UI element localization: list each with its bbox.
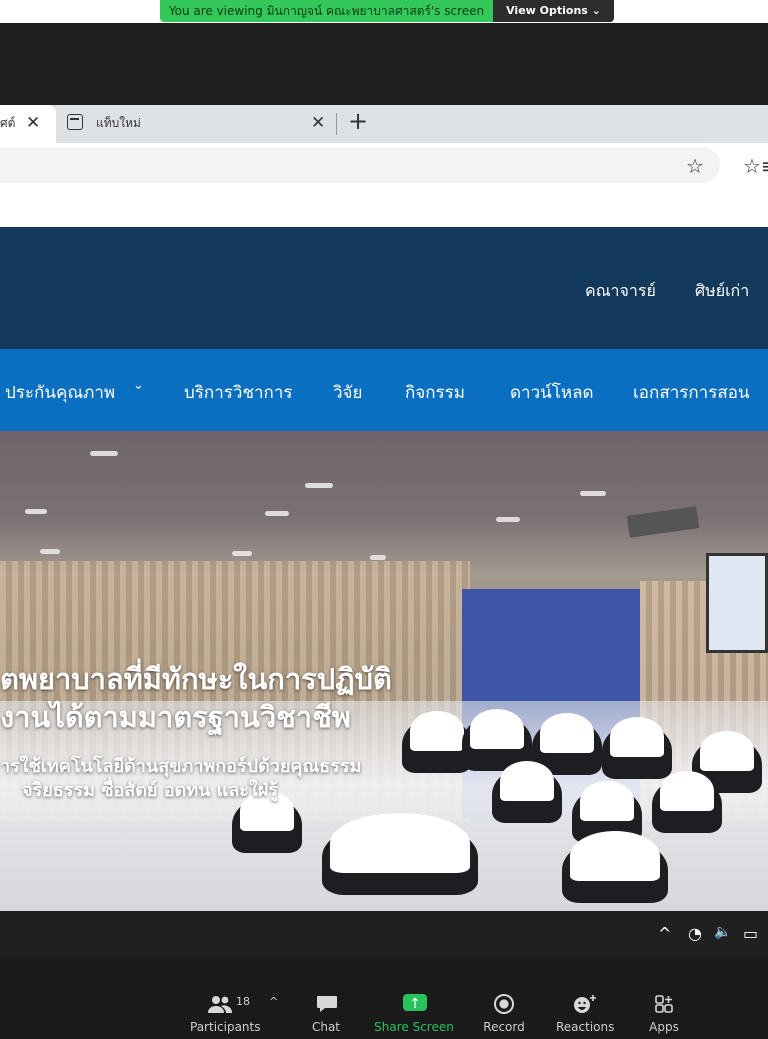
screen-share-banner: You are viewing มินกาญจน์ คณะพยาบาลศาสตร… bbox=[160, 0, 493, 22]
battery-icon[interactable]: ▭ bbox=[743, 924, 758, 943]
chevron-down-icon[interactable]: ⌄ bbox=[133, 378, 144, 393]
tab-new-tab-title[interactable]: แท็บใหม่ bbox=[96, 114, 141, 133]
nurse-cap bbox=[410, 711, 464, 751]
menu-quality-assurance[interactable]: ประกันคุณภาพ bbox=[5, 379, 115, 406]
share-screen-icon[interactable]: ↑ bbox=[403, 994, 427, 1012]
nurse-cap bbox=[580, 781, 634, 821]
wifi-icon[interactable]: ◔ bbox=[688, 924, 702, 943]
ceiling-light bbox=[232, 551, 252, 556]
nav-alumni-link[interactable]: ศิษย์เก่า bbox=[695, 279, 749, 304]
apps-label[interactable]: Apps bbox=[644, 1020, 684, 1034]
nurse-cap bbox=[470, 709, 524, 749]
chat-icon-svg bbox=[317, 996, 337, 1012]
tab-active-title: ศต์ bbox=[0, 116, 16, 130]
url-input[interactable] bbox=[0, 147, 720, 183]
bookmark-bar bbox=[0, 189, 768, 228]
participants-label[interactable]: Participants bbox=[190, 1020, 261, 1034]
participants-count-badge: 18 bbox=[236, 995, 250, 1008]
ceiling-light bbox=[90, 451, 118, 456]
tab-separator bbox=[336, 113, 337, 135]
tab-close-icon[interactable]: ✕ bbox=[26, 113, 40, 133]
favorites-icon[interactable]: ☆≡ bbox=[743, 154, 768, 178]
reactions-icon-svg bbox=[574, 995, 596, 1013]
apps-icon-svg bbox=[655, 995, 673, 1013]
windows-taskbar bbox=[0, 911, 768, 957]
menu-activities[interactable]: กิจกรรม bbox=[405, 379, 465, 406]
view-options-button[interactable]: View Options ⌄ bbox=[493, 0, 614, 22]
volume-icon[interactable]: 🔈 bbox=[714, 924, 731, 940]
chat-icon[interactable] bbox=[314, 994, 340, 1014]
participants-icon-svg bbox=[208, 996, 232, 1013]
add-favorite-icon[interactable]: ☆ bbox=[686, 154, 704, 178]
record-label[interactable]: Record bbox=[480, 1020, 528, 1034]
nurse-cap bbox=[570, 831, 660, 881]
chevron-up-icon[interactable]: ^ bbox=[269, 995, 278, 1008]
hero-subtitle-line: จริยธรรม ซื่อสัตย์ อดทน และใฝ่รู้ bbox=[22, 780, 278, 801]
ceiling-light bbox=[370, 555, 386, 560]
air-conditioner bbox=[626, 506, 700, 538]
nurse-cap bbox=[700, 731, 754, 771]
ceiling-light bbox=[496, 517, 520, 522]
wall-screen bbox=[706, 553, 768, 653]
nurse-cap bbox=[500, 761, 554, 801]
apps-icon[interactable] bbox=[651, 994, 677, 1014]
ceiling-light bbox=[25, 509, 47, 514]
share-screen-label[interactable]: Share Screen bbox=[374, 1020, 454, 1034]
menu-teaching-documents[interactable]: เอกสารการสอน bbox=[633, 379, 750, 406]
chevron-up-icon[interactable]: ^ bbox=[658, 924, 671, 943]
share-letterbox bbox=[0, 23, 768, 105]
ceiling-light bbox=[580, 491, 606, 496]
ceiling-light bbox=[305, 483, 333, 488]
new-tab-page-icon bbox=[67, 114, 83, 130]
hero-banner: ิตพยาบาลที่มีทักษะในการปฏิบัติ งานได้ตาม… bbox=[0, 431, 768, 911]
nav-faculty-link[interactable]: คณาจารย์ bbox=[585, 279, 656, 304]
ceiling-light bbox=[265, 511, 289, 516]
menu-academic-service[interactable]: บริการวิชาการ bbox=[184, 379, 293, 406]
nurse-cap bbox=[540, 713, 594, 753]
hero-title-line: งานได้ตามมาตรฐานวิชาชีพ bbox=[0, 700, 351, 734]
new-tab-button[interactable]: + bbox=[348, 109, 368, 133]
chat-label[interactable]: Chat bbox=[306, 1020, 346, 1034]
nurse-cap bbox=[610, 717, 664, 757]
menu-download[interactable]: ดาวน์โหลด bbox=[510, 379, 594, 406]
nurse-cap bbox=[330, 813, 470, 873]
record-icon[interactable] bbox=[494, 994, 514, 1014]
menu-research[interactable]: วิจัย bbox=[333, 379, 362, 406]
nurse-cap bbox=[660, 771, 714, 811]
reactions-icon[interactable] bbox=[572, 994, 598, 1014]
ceiling-light bbox=[40, 549, 60, 554]
reactions-label[interactable]: Reactions bbox=[556, 1020, 614, 1034]
tab-close-icon[interactable]: ✕ bbox=[311, 113, 325, 133]
participants-icon[interactable] bbox=[207, 994, 233, 1014]
